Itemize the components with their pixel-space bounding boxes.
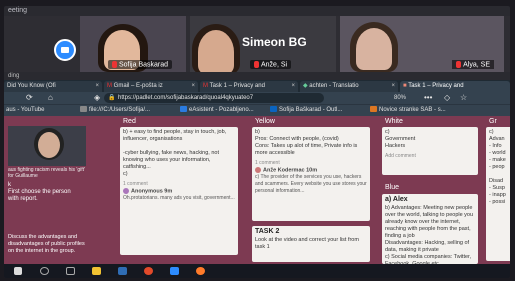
chrome-icon[interactable] — [144, 267, 153, 275]
task-instruction: k First choose the person with report. — [8, 182, 71, 202]
participant-name: Anže, Si — [250, 59, 292, 69]
bookmark-outlook[interactable]: Sofija Baškarad - Outl... — [270, 106, 342, 115]
pocket-icon[interactable]: ◇ — [444, 93, 450, 103]
file-explorer-icon[interactable] — [92, 267, 101, 275]
mic-muted-icon — [254, 60, 259, 68]
avatar — [123, 188, 129, 194]
close-icon[interactable]: × — [191, 81, 195, 92]
post-card[interactable]: c) Advan - Info - world - make - peop Di… — [486, 127, 510, 261]
column-header: Red — [123, 118, 136, 125]
bookmark-easistent[interactable]: eAsistent - Pozabljeno... — [180, 106, 254, 115]
post-body: c) Advan - Info - world - make - peop Di… — [489, 129, 506, 205]
url-bar[interactable]: 🔒 https://padlet.com/sofijabaskarad/quoa… — [104, 93, 324, 103]
post-card[interactable]: c) Government Hackers Add comment — [382, 127, 478, 175]
bookmark-local-file[interactable]: file:///C:/Users/Sofija/... — [80, 106, 150, 115]
participant-name: Sofija Baskarad — [108, 59, 173, 69]
padlet-board: aus fighting racism reveals his 'gift' f… — [4, 116, 510, 264]
zoom-level[interactable]: 80% — [394, 93, 406, 103]
lock-icon: 🔒 — [108, 95, 116, 101]
comment: Anonymous 9m Oh.protatorians. many ads y… — [123, 188, 235, 202]
windows-start-icon[interactable] — [14, 267, 22, 275]
participant-face — [198, 30, 234, 72]
participant-tile-1[interactable]: Sofija Baskarad — [80, 16, 186, 72]
meeting-footer-label: ding — [8, 73, 20, 79]
comment-count[interactable]: 1 comment — [123, 181, 235, 188]
close-icon[interactable]: × — [95, 81, 99, 92]
tab-task-1-active[interactable]: ■ Task 1 – Privacy and — [400, 81, 510, 92]
post-body: b) Pros: Connect with people, (covid) Co… — [255, 129, 358, 156]
tab-translation[interactable]: ◆ achten - Translatio × — [300, 81, 398, 92]
add-comment-link[interactable]: Add comment — [385, 153, 475, 160]
task-2-card[interactable]: TASK 2 Look at the video and correct you… — [252, 226, 370, 262]
shield-icon[interactable]: ◈ — [94, 93, 100, 103]
zoom-taskbar-icon[interactable] — [170, 267, 179, 275]
search-icon[interactable] — [40, 267, 49, 275]
browser-tab-bar: Did You Know (Ofi × M Gmail – E-pošta iz ×… — [4, 80, 510, 92]
refresh-icon[interactable]: ⟳ — [26, 93, 33, 103]
easistent-icon — [180, 106, 187, 113]
column-yellow: Yellow b) Pros: Connect with people, (co… — [252, 116, 372, 264]
close-icon[interactable]: × — [291, 81, 295, 92]
home-icon[interactable]: ⌂ — [48, 93, 53, 103]
post-body: Look at the video and correct your list … — [255, 237, 359, 250]
post-title: a) Alex — [385, 196, 408, 203]
participant-tile-3[interactable]: Alya, SE — [340, 16, 504, 72]
column-red: Red b) + easy to find people, stay in to… — [120, 116, 240, 264]
bookmarks-bar: aus - YouTube file:///C:/Users/Sofija/..… — [4, 104, 510, 116]
comment: Anže Kodermac 10m c) The provider of the… — [255, 167, 367, 195]
tab-task-1[interactable]: M Task 1 – Privacy and × — [200, 81, 298, 92]
video-thumbnail[interactable] — [8, 126, 86, 166]
firefox-icon[interactable] — [196, 267, 205, 275]
file-icon — [80, 106, 87, 113]
post-card[interactable]: b) + easy to find people, stay in touch,… — [120, 127, 238, 255]
task-view-icon[interactable] — [66, 267, 75, 275]
video-caption: aus fighting racism reveals his 'gift' f… — [8, 167, 85, 179]
outlook-icon — [270, 106, 277, 113]
bookmark-sab-news[interactable]: Novice stranke SAB - s... — [370, 106, 446, 115]
mic-muted-icon — [112, 60, 117, 68]
word-icon[interactable] — [118, 267, 127, 275]
tab-did-you-know[interactable]: Did You Know (Ofi × — [4, 81, 102, 92]
column-green: Gr c) Advan - Info - world - make - peop… — [486, 116, 510, 264]
post-body: b) + easy to find people, stay in touch,… — [123, 129, 227, 177]
post-title: TASK 2 — [255, 228, 280, 235]
column-header: Yellow — [255, 118, 275, 125]
zoom-logo-icon[interactable] — [54, 39, 76, 61]
post-body: c) Government Hackers — [385, 129, 416, 149]
gmail-icon: M — [107, 83, 114, 89]
meeting-window-title: eeting — [8, 7, 28, 14]
post-card[interactable]: b) Pros: Connect with people, (covid) Co… — [252, 127, 370, 221]
active-speaker-name: Simeon BG — [242, 35, 307, 49]
photo-of-screen: eeting Sofija Baskarad Anže, Si Alya, SE… — [4, 6, 510, 278]
comment-count[interactable]: 1 comment — [255, 160, 367, 167]
browser-toolbar: ⟳ ⌂ ◈ 🔒 https://padlet.com/sofijabaskara… — [4, 92, 510, 104]
task-discussion: Discuss the advantages and disadvantages… — [8, 234, 85, 254]
post-body: b) Advantages: Meeting new people over t… — [385, 205, 474, 264]
news-icon — [370, 106, 377, 113]
tab-gmail[interactable]: M Gmail – E-pošta iz × — [104, 81, 198, 92]
avatar — [255, 167, 261, 173]
bookmark-youtube[interactable]: aus - YouTube — [6, 106, 44, 115]
bookmark-star-icon[interactable]: ☆ — [460, 93, 467, 103]
column-header: Blue — [385, 184, 400, 191]
post-card[interactable]: a) Alex b) Advantages: Meeting new peopl… — [382, 194, 478, 264]
participant-name: Alya, SE — [452, 59, 494, 69]
column-white: White c) Government Hackers Add comment … — [382, 116, 494, 264]
thumbnail-person-face — [38, 132, 60, 158]
windows-taskbar — [4, 264, 510, 278]
participant-face — [356, 28, 392, 70]
zoom-video-strip: Sofija Baskarad Anže, Si Alya, SE Simeon… — [4, 16, 510, 72]
mic-muted-icon — [456, 60, 462, 68]
close-icon[interactable]: × — [391, 81, 395, 92]
column-header: Gr — [489, 118, 497, 125]
more-actions-icon[interactable]: ••• — [424, 93, 432, 103]
column-header: White — [385, 118, 403, 125]
